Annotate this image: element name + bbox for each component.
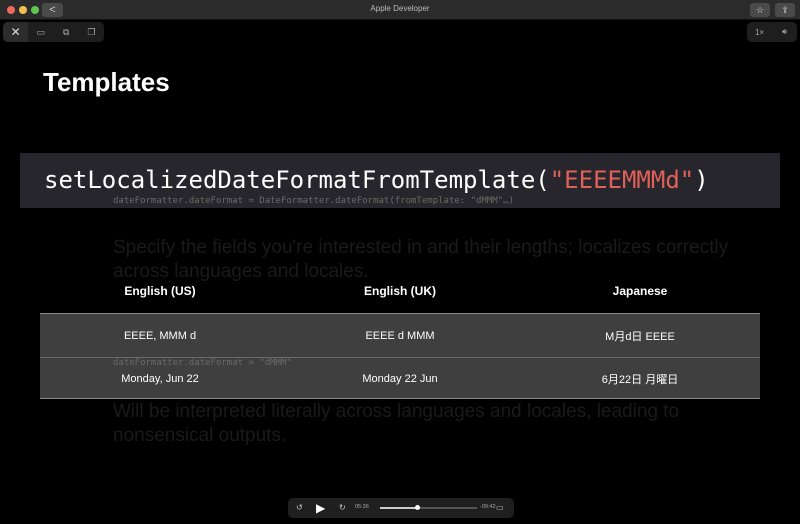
copy-icon[interactable]: ❐ [79,27,104,38]
table-cell: EEEE, MMM d [123,329,197,342]
playback-bar: ↺ ▶ ↻ 05:36 -09:42 ▭ [288,498,514,518]
scrubber[interactable] [380,505,477,510]
title-bar: < Apple Developer ☆ ⇪ [0,0,800,20]
table-cell: 6月22日 月曜日 [601,374,679,386]
elapsed-time: 05:36 [355,504,369,510]
captions-icon[interactable]: ▭ [496,498,504,518]
close-video-button[interactable]: ✕ [3,22,29,42]
play-icon[interactable]: ▶ [316,498,325,518]
scrubber-knob[interactable] [414,505,420,510]
bg-code-1: dateFormatter.dateFormat = DateFormatter… [113,196,514,206]
bg-text-1: Specify the fields you're interested in … [113,237,729,282]
table-row: EEEE, MMM d EEEE d MMM M月d日 EEEE [40,314,760,357]
column-header-japanese: Japanese [612,284,668,298]
window-title: Apple Developer [370,4,430,13]
code-suffix: ) [694,166,709,194]
slide-heading: Templates [43,67,170,97]
column-header-uk: English (UK) [364,284,436,298]
table-cell: EEEE d MMM [365,329,435,342]
star-icon[interactable]: ☆ [750,3,770,17]
video-controls-right: 1× 🔊︎ [747,22,797,42]
picture-in-picture-icon[interactable]: ⧉ [54,27,79,38]
remaining-time: -09:42 [480,504,496,510]
table-cell: M月d日 EEEE [605,330,675,343]
speaker-icon[interactable]: 🔊︎ [772,27,797,37]
code-prefix: setLocalizedDateFormatFromTemplate( [44,166,550,194]
share-icon[interactable]: ⇪ [775,3,795,17]
code-string: "EEEEMMMd" [549,166,695,194]
skip-forward-icon[interactable]: ↻ [339,498,346,518]
table-cell: Monday, Jun 22 [121,373,199,385]
format-table: EEEE, MMM d EEEE d MMM M月d日 EEEE Monday,… [40,313,760,399]
video-controls-left: ✕ ▭ ⧉ ❐ [3,22,104,42]
table-cell: Monday 22 Jun [362,373,438,385]
speed-button[interactable]: 1× [747,28,772,37]
column-header-us: English (US) [124,284,196,298]
bg-text-2: Will be interpreted literally across lan… [113,401,680,446]
bg-code-2: dateFormatter.dateFormat = "dMMM" [113,358,292,368]
skip-back-icon[interactable]: ↺ [296,498,303,518]
side-by-side-icon[interactable]: ▭ [28,27,53,38]
